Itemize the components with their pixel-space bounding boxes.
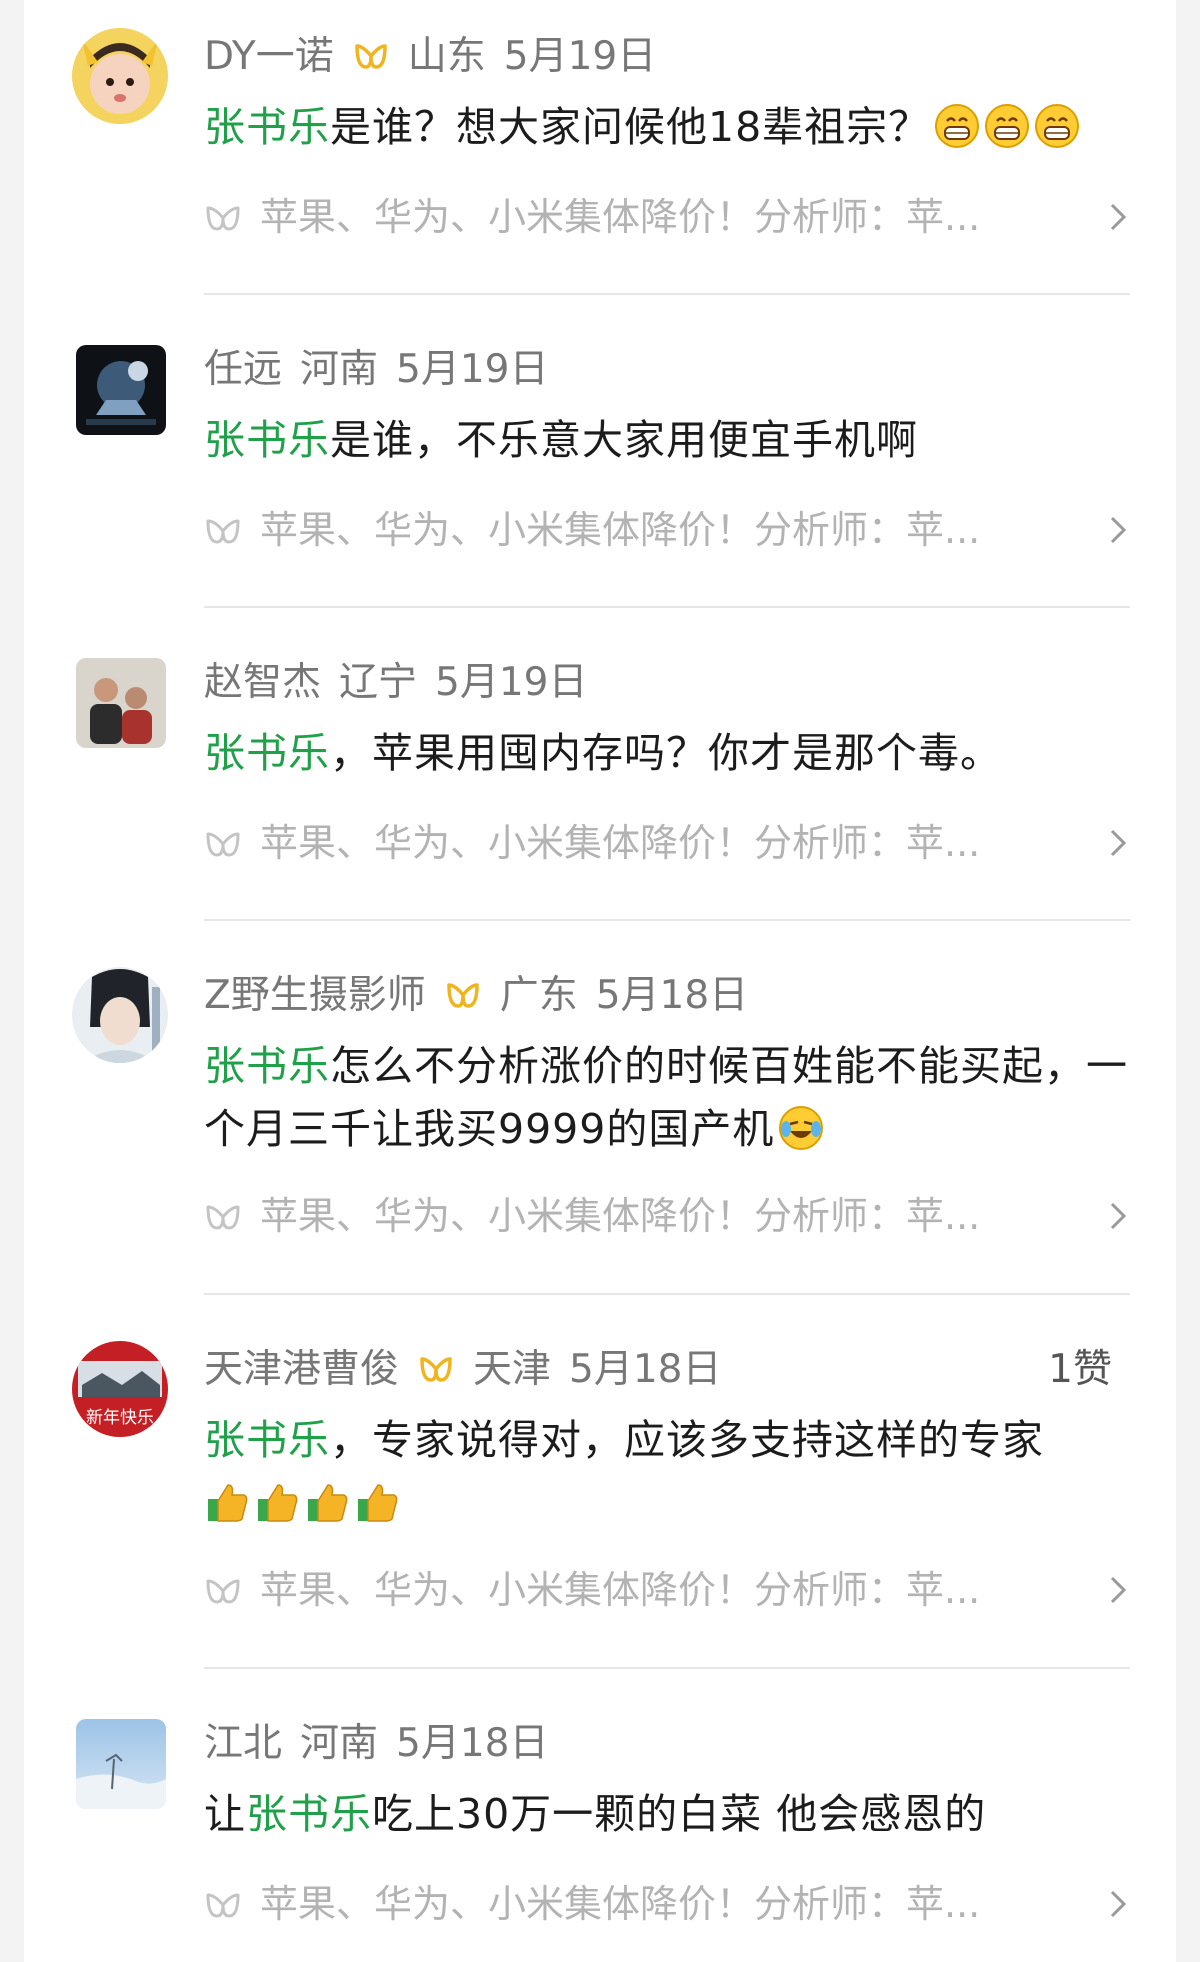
- thumbs-up-emoji-icon: [308, 1484, 348, 1522]
- username[interactable]: Z野生摄影师: [204, 973, 426, 1018]
- avatar[interactable]: [76, 345, 166, 435]
- text-segment: 吃上30万一颗的白菜 他会感恩的: [372, 1790, 987, 1838]
- region: 广东: [499, 973, 578, 1018]
- text-segment: 怎么不分析涨价的时候百姓能不能买起，一个月三千让我买9999的国产机: [204, 1042, 1128, 1153]
- comment-text: 让张书乐吃上30万一颗的白菜 他会感恩的: [204, 1783, 1130, 1846]
- comment-meta: 任远 河南 5月19日: [204, 345, 1130, 395]
- laugh-cry-emoji-icon: [779, 1106, 824, 1150]
- avatar[interactable]: [72, 967, 168, 1063]
- region: 天津: [473, 1347, 552, 1392]
- divider: [204, 1667, 1130, 1669]
- region: 山东: [407, 34, 486, 79]
- comment-text: 张书乐是谁？想大家问候他18辈祖宗？: [204, 96, 1130, 159]
- date: 5月18日: [569, 1347, 722, 1392]
- comment-item[interactable]: 赵智杰 辽宁 5月19日 张书乐，苹果用囤内存吗？你才是那个毒。 苹果、华为、小米集…: [24, 626, 1176, 926]
- text-segment: 是谁？想大家问候他18辈祖宗？: [330, 103, 931, 151]
- comment-text: 张书乐是谁，不乐意大家用便宜手机啊: [204, 409, 1130, 472]
- grin-emoji-icon: [1035, 104, 1080, 148]
- username[interactable]: DY一诺: [204, 34, 334, 79]
- mention-highlight[interactable]: 张书乐: [204, 416, 330, 464]
- date: 5月18日: [396, 1721, 549, 1766]
- vip-badge-icon: [446, 983, 479, 1008]
- comment-meta: 天津港曹俊 天津 5月18日 1赞: [204, 1345, 1130, 1395]
- thumbs-up-emoji-icon: [358, 1484, 398, 1522]
- source-link[interactable]: 苹果、华为、小米集体降价！分析师：苹...: [204, 1191, 1130, 1241]
- region: 河南: [300, 1721, 379, 1766]
- comment-text: 张书乐，专家说得对，应该多支持这样的专家: [204, 1409, 1130, 1535]
- comment-item[interactable]: 新年快乐 天津港曹俊 天津 5月18日 1赞 张书乐，专家说得对，应该多支持这样的专…: [24, 1313, 1176, 1673]
- mention-highlight[interactable]: 张书乐: [204, 1416, 330, 1464]
- thumbs-up-emoji-icon: [208, 1484, 248, 1522]
- mention-highlight[interactable]: 张书乐: [204, 103, 330, 151]
- divider: [204, 606, 1130, 608]
- comment-item[interactable]: 任远 河南 5月19日 张书乐是谁，不乐意大家用便宜手机啊 苹果、华为、小米集体降价…: [24, 313, 1176, 613]
- source-icon: [206, 832, 240, 857]
- region: 河南: [300, 347, 379, 392]
- text-segment: 让: [204, 1790, 246, 1838]
- source-icon: [206, 1893, 240, 1918]
- source-icon: [206, 1579, 240, 1604]
- comment-meta: 赵智杰 辽宁 5月19日: [204, 658, 1130, 708]
- source-title: 苹果、华为、小米集体降价！分析师：苹...: [260, 195, 981, 239]
- vip-badge-icon: [420, 1357, 452, 1382]
- comment-item[interactable]: 江北 河南 5月18日 让张书乐吃上30万一颗的白菜 他会感恩的 苹果、华为、小米集…: [24, 1687, 1176, 1962]
- avatar[interactable]: [76, 658, 166, 748]
- source-link[interactable]: 苹果、华为、小米集体降价！分析师：苹...: [204, 818, 1130, 868]
- avatar-caption: 新年快乐: [86, 1408, 154, 1428]
- source-title: 苹果、华为、小米集体降价！分析师：苹...: [260, 821, 981, 865]
- divider: [204, 919, 1130, 921]
- date: 5月19日: [503, 34, 657, 79]
- avatar[interactable]: 新年快乐: [72, 1341, 168, 1437]
- chevron-right-icon: [1110, 203, 1127, 231]
- chevron-right-icon: [1110, 1576, 1127, 1604]
- comment-text: 张书乐怎么不分析涨价的时候百姓能不能买起，一个月三千让我买9999的国产机: [204, 1035, 1130, 1161]
- grin-emoji-icon: [935, 104, 980, 148]
- comment-item[interactable]: Z野生摄影师 广东 5月18日 张书乐怎么不分析涨价的时候百姓能不能买起，一个月三千…: [24, 939, 1176, 1299]
- avatar[interactable]: [72, 28, 168, 124]
- avatar[interactable]: [76, 1719, 166, 1809]
- source-link[interactable]: 苹果、华为、小米集体降价！分析师：苹...: [204, 505, 1130, 555]
- text-segment: ，专家说得对，应该多支持这样的专家: [330, 1416, 1044, 1464]
- comment-text: 张书乐，苹果用囤内存吗？你才是那个毒。: [204, 722, 1130, 785]
- source-icon: [206, 1205, 240, 1230]
- thumbs-up-emoji-icon: [258, 1484, 298, 1522]
- mention-highlight[interactable]: 张书乐: [246, 1790, 372, 1838]
- source-title: 苹果、华为、小米集体降价！分析师：苹...: [260, 508, 981, 552]
- vip-badge-icon: [354, 44, 387, 69]
- comment-item[interactable]: DY一诺 山东 5月19日 张书乐是谁？想大家问候他18辈祖宗？ 苹果、华为、小米集…: [24, 0, 1176, 300]
- source-title: 苹果、华为、小米集体降价！分析师：苹...: [260, 1568, 981, 1612]
- chevron-right-icon: [1110, 1202, 1127, 1230]
- text-segment: ，苹果用囤内存吗？你才是那个毒。: [330, 729, 1002, 777]
- comment-list: DY一诺 山东 5月19日 张书乐是谁？想大家问候他18辈祖宗？ 苹果、华为、小米集…: [24, 0, 1176, 1962]
- source-icon: [206, 206, 240, 231]
- chevron-right-icon: [1110, 1890, 1127, 1918]
- username[interactable]: 赵智杰: [204, 660, 321, 705]
- like-count[interactable]: 1赞: [1048, 1345, 1112, 1395]
- divider: [204, 293, 1130, 295]
- source-icon: [206, 519, 240, 544]
- source-link[interactable]: 苹果、华为、小米集体降价！分析师：苹...: [204, 1565, 1130, 1615]
- date: 5月19日: [396, 347, 549, 392]
- mention-highlight[interactable]: 张书乐: [204, 1042, 330, 1090]
- source-title: 苹果、华为、小米集体降价！分析师：苹...: [260, 1882, 981, 1926]
- date: 5月18日: [595, 973, 749, 1018]
- date: 5月19日: [435, 660, 588, 705]
- grin-emoji-icon: [985, 104, 1030, 148]
- username[interactable]: 天津港曹俊: [204, 1347, 399, 1392]
- chevron-right-icon: [1110, 516, 1127, 544]
- source-link[interactable]: 苹果、华为、小米集体降价！分析师：苹...: [204, 192, 1130, 242]
- comment-meta: DY一诺 山东 5月19日: [204, 32, 1130, 82]
- text-segment: 是谁，不乐意大家用便宜手机啊: [330, 416, 918, 464]
- divider: [204, 1293, 1130, 1295]
- username[interactable]: 江北: [204, 1721, 282, 1766]
- comment-meta: 江北 河南 5月18日: [204, 1719, 1130, 1769]
- region: 辽宁: [339, 660, 418, 705]
- chevron-right-icon: [1110, 829, 1127, 857]
- mention-highlight[interactable]: 张书乐: [204, 729, 330, 777]
- username[interactable]: 任远: [204, 347, 282, 392]
- source-title: 苹果、华为、小米集体降价！分析师：苹...: [260, 1194, 981, 1238]
- source-link[interactable]: 苹果、华为、小米集体降价！分析师：苹...: [204, 1879, 1130, 1929]
- comment-meta: Z野生摄影师 广东 5月18日: [204, 971, 1130, 1021]
